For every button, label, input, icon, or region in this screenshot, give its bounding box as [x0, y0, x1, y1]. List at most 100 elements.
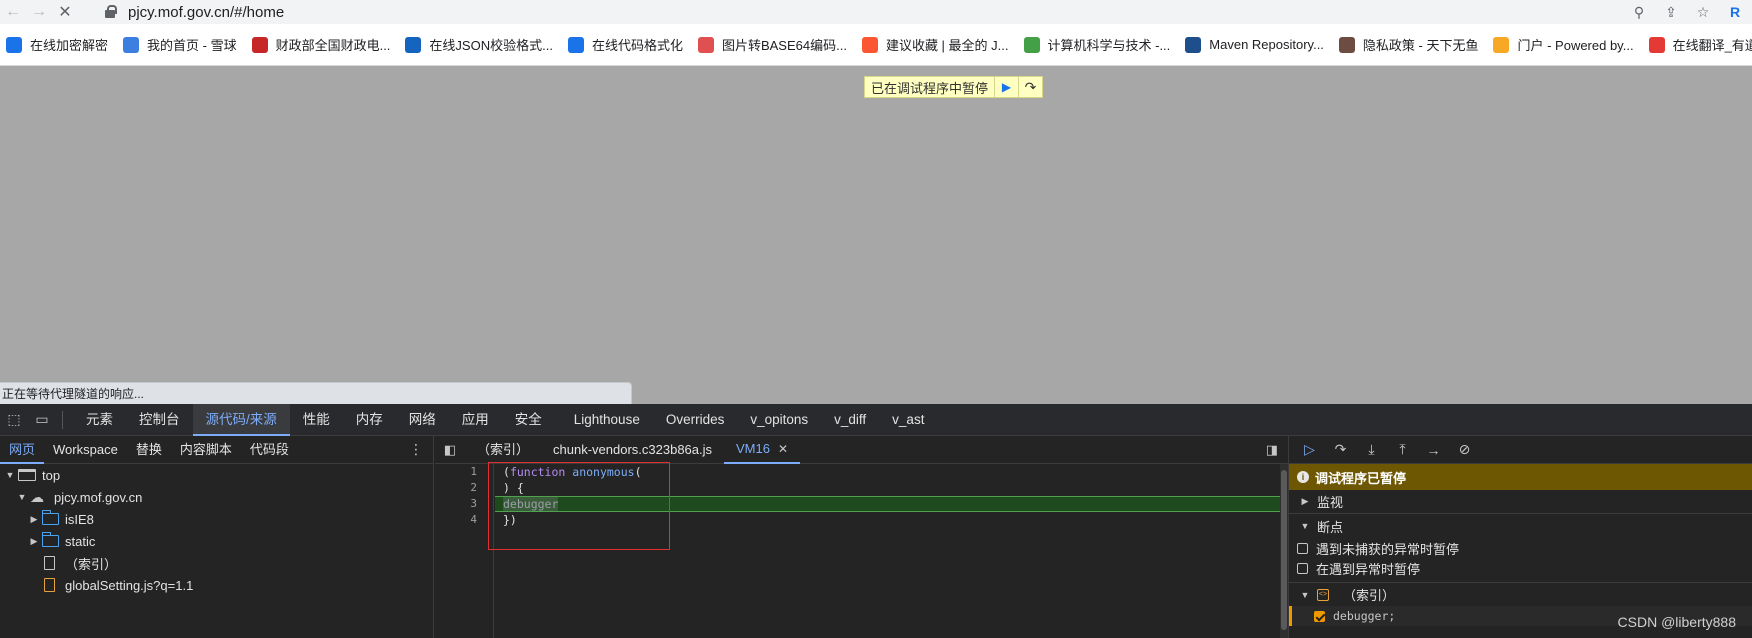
- step-over-icon[interactable]: ↷: [1330, 441, 1351, 458]
- expand-triangle-icon[interactable]: ▼: [4, 470, 16, 480]
- watermark: CSDN @liberty888: [1617, 614, 1736, 630]
- url-text[interactable]: pjcy.mof.gov.cn/#/home: [128, 4, 284, 21]
- bookmark-item[interactable]: Maven Repository...: [1185, 36, 1324, 53]
- bookmark-item[interactable]: 在线代码格式化: [567, 35, 683, 54]
- devtools-tab[interactable]: 应用: [449, 404, 502, 436]
- pause-caught-checkbox[interactable]: [1297, 562, 1308, 574]
- bookmark-item[interactable]: 财政部全国财政电...: [251, 35, 390, 54]
- step-out-icon[interactable]: ⤒: [1392, 441, 1413, 458]
- share-icon[interactable]: ⇪: [1662, 4, 1680, 21]
- expand-triangle-icon[interactable]: ▼: [1299, 521, 1311, 531]
- line-number[interactable]: 2: [435, 480, 493, 496]
- bookmark-item[interactable]: 图片转BASE64编码...: [697, 35, 847, 54]
- devtools-tab[interactable]: Overrides: [653, 404, 738, 436]
- pause-uncaught-checkbox[interactable]: [1297, 542, 1308, 554]
- devtools-tab[interactable]: 元素: [73, 404, 126, 436]
- tree-label: top: [42, 467, 61, 483]
- devtools-tab[interactable]: v_opitons: [737, 404, 821, 436]
- line-gutter[interactable]: 1 2 3 4: [435, 464, 494, 638]
- pause-caught-option[interactable]: 在遇到异常时暂停: [1289, 558, 1752, 578]
- resume-icon[interactable]: ▶︎: [994, 77, 1018, 97]
- bookmark-item[interactable]: 隐私政策 - 天下无鱼: [1338, 35, 1478, 54]
- bookmark-item[interactable]: 门户 - Powered by...: [1493, 35, 1634, 54]
- breakpoint-file-group[interactable]: ▼ <> （索引）: [1289, 582, 1752, 606]
- stop-loading-icon[interactable]: ✕: [52, 0, 78, 24]
- status-bubble: 正在等待代理隧道的响应...: [0, 382, 632, 404]
- line-number[interactable]: 3: [435, 496, 493, 512]
- devtools-tab[interactable]: Lighthouse: [561, 404, 653, 436]
- lock-icon[interactable]: [104, 5, 117, 19]
- close-tab-icon[interactable]: ✕: [778, 435, 788, 463]
- editor-tab[interactable]: chunk-vendors.c323b86a.js: [541, 436, 724, 464]
- collapse-triangle-icon[interactable]: ▶: [28, 514, 40, 525]
- more-options-icon[interactable]: ⋮: [409, 441, 423, 458]
- collapse-triangle-icon[interactable]: ▶: [28, 536, 40, 547]
- pause-uncaught-option[interactable]: 遇到未捕获的异常时暂停: [1289, 538, 1752, 558]
- editor-tab[interactable]: VM16 ✕: [724, 435, 801, 464]
- devtools-tab[interactable]: 控制台: [126, 404, 193, 436]
- devtools-tabbar: ⬚ ▭ 元素 控制台 源代码/来源 性能 内存 网络 应用 安全 Lighthouse Overr…: [0, 403, 1752, 436]
- editor-scrollbar[interactable]: [1280, 464, 1288, 638]
- devtools-tab[interactable]: 性能: [290, 404, 343, 436]
- line-number[interactable]: 1: [435, 464, 493, 480]
- breakpoint-checkbox[interactable]: [1314, 610, 1325, 622]
- bookmark-label: 在线JSON校验格式...: [429, 38, 553, 53]
- forward-icon[interactable]: →: [26, 0, 52, 24]
- sources-panel: 网页 Workspace 替换 内容脚本 代码段 ⋮ ▼ top ▼ ☁ pjcy.mof…: [0, 436, 1752, 638]
- js-file-icon: [44, 578, 55, 592]
- bookmark-item[interactable]: 计算机科学与技术 -...: [1023, 35, 1170, 54]
- tree-item-top[interactable]: ▼ top: [0, 464, 433, 486]
- line-number[interactable]: 4: [435, 512, 493, 528]
- devtools-tab[interactable]: 网络: [396, 404, 449, 436]
- collapse-triangle-icon[interactable]: ▶: [1299, 496, 1311, 507]
- devtools-tab[interactable]: 内存: [343, 404, 396, 436]
- navigator-tab[interactable]: 网页: [0, 436, 45, 464]
- toggle-debugger-icon[interactable]: ◨: [1266, 442, 1278, 458]
- navigator-tab[interactable]: 代码段: [241, 436, 298, 464]
- resume-icon[interactable]: ▷: [1299, 441, 1320, 458]
- navigator-tab[interactable]: Workspace: [44, 436, 127, 464]
- devtools-tab[interactable]: v_ast: [879, 404, 937, 436]
- navigator-tab[interactable]: 内容脚本: [171, 436, 241, 464]
- navigator-tab[interactable]: 替换: [127, 436, 171, 464]
- cloud-icon: ☁: [30, 489, 44, 505]
- step-into-icon[interactable]: ⤓: [1361, 441, 1382, 458]
- breakpoints-section[interactable]: ▼ 断点: [1289, 514, 1752, 538]
- bookmark-item[interactable]: 建议收藏 | 最全的 J...: [861, 35, 1009, 54]
- expand-triangle-icon[interactable]: ▼: [1299, 590, 1311, 600]
- bookmark-label: 在线翻译_有道: [1672, 38, 1752, 53]
- tree-item-file[interactable]: globalSetting.js?q=1.1: [0, 574, 433, 596]
- editor-tab[interactable]: （索引）: [465, 436, 541, 464]
- devtools-tab[interactable]: 源代码/来源: [192, 403, 290, 436]
- watch-section[interactable]: ▶ 监视: [1289, 490, 1752, 514]
- csdn-icon: [861, 36, 878, 53]
- debugger-statement: debugger: [503, 497, 559, 511]
- bookmark-item[interactable]: 在线JSON校验格式...: [405, 35, 553, 54]
- deactivate-breakpoints-icon[interactable]: ⊘: [1454, 441, 1475, 458]
- bookmark-item[interactable]: 我的首页 - 雪球: [123, 35, 237, 54]
- checkbox-label: 遇到未捕获的异常时暂停: [1316, 541, 1460, 557]
- device-toolbar-icon[interactable]: ▭: [28, 404, 56, 436]
- tree-item-folder[interactable]: ▶ static: [0, 530, 433, 552]
- tree-item-domain[interactable]: ▼ ☁ pjcy.mof.gov.cn: [0, 486, 433, 508]
- devtools-tab[interactable]: v_diff: [821, 404, 879, 436]
- code-line: ) {: [503, 481, 524, 495]
- extension-icon[interactable]: R: [1726, 4, 1744, 20]
- toggle-navigator-icon[interactable]: ◧: [435, 442, 465, 458]
- devtools-tab[interactable]: 安全: [502, 404, 555, 436]
- back-icon[interactable]: ←: [0, 0, 26, 24]
- mof-icon: [251, 36, 268, 53]
- bookmark-label: 门户 - Powered by...: [1517, 38, 1634, 53]
- step-over-icon[interactable]: ↷: [1018, 77, 1042, 97]
- bookmark-star-icon[interactable]: ☆: [1694, 4, 1712, 21]
- step-icon[interactable]: →: [1423, 442, 1444, 458]
- inspect-element-icon[interactable]: ⬚: [0, 404, 28, 436]
- tree-item-index[interactable]: （索引）: [0, 552, 433, 574]
- zoom-icon[interactable]: ⚲: [1630, 4, 1648, 21]
- code-editor[interactable]: 1 2 3 4 (function anonymous( ) { debugge…: [435, 464, 1288, 638]
- bookmark-item[interactable]: 在线翻译_有道: [1648, 35, 1752, 54]
- expand-triangle-icon[interactable]: ▼: [16, 492, 28, 502]
- tree-item-folder[interactable]: ▶ isIE8: [0, 508, 433, 530]
- omnibox[interactable]: pjcy.mof.gov.cn/#/home: [104, 0, 1624, 24]
- bookmark-item[interactable]: 在线加密解密: [6, 35, 108, 54]
